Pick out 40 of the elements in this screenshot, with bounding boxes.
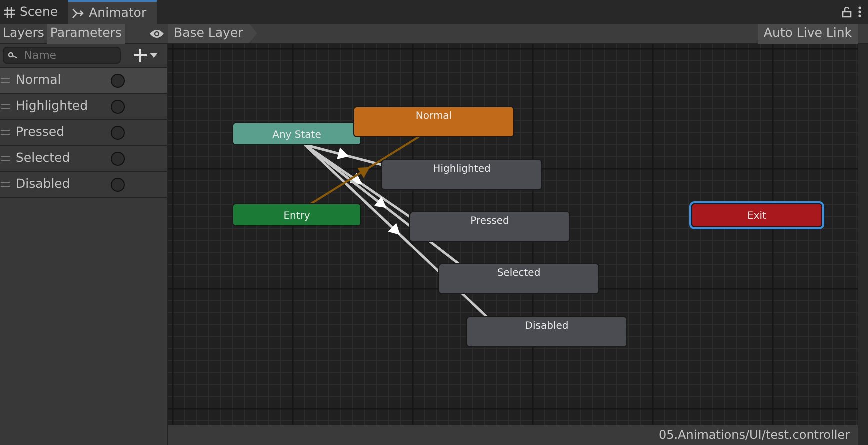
parameter-name: Normal <box>16 71 62 90</box>
lock-icon[interactable] <box>842 6 852 18</box>
parameter-name: Pressed <box>16 123 66 142</box>
file-path: 05.Animations/UI/test.controller <box>658 427 850 444</box>
bool-toggle[interactable] <box>111 126 125 140</box>
auto-live-link-button[interactable]: Auto Live Link <box>758 24 858 44</box>
grid-icon <box>4 6 15 18</box>
parameter-name: Disabled <box>16 175 72 194</box>
more-icon[interactable] <box>858 6 862 18</box>
drag-handle-icon[interactable] <box>1 182 10 187</box>
bool-toggle[interactable] <box>111 100 125 114</box>
drag-handle-icon[interactable] <box>1 130 10 135</box>
scrollbar-track[interactable] <box>858 44 868 445</box>
bool-toggle[interactable] <box>111 74 125 88</box>
state-node[interactable]: Normal <box>354 106 514 138</box>
state-node[interactable]: Exit <box>690 202 824 230</box>
parameter-name: Highlighted <box>16 97 90 116</box>
state-node[interactable]: Entry <box>232 204 362 226</box>
branch-icon <box>72 8 84 18</box>
state-node[interactable]: Highlighted <box>382 160 542 190</box>
breadcrumb[interactable]: Base Layer <box>168 24 258 44</box>
panel-tab[interactable]: Parameters <box>47 24 125 44</box>
eye-icon[interactable] <box>148 28 165 39</box>
add-icon[interactable] <box>134 49 147 62</box>
drag-handle-icon[interactable] <box>1 78 10 83</box>
dropdown-caret-icon[interactable] <box>150 53 158 58</box>
bool-toggle[interactable] <box>111 152 125 166</box>
editor-tab[interactable]: Scene <box>0 0 68 24</box>
state-node[interactable]: Disabled <box>466 316 628 348</box>
bool-toggle[interactable] <box>111 178 125 192</box>
search-icon <box>8 52 18 60</box>
state-node[interactable]: Pressed <box>410 212 570 242</box>
parameter-name: Selected <box>16 149 72 168</box>
state-node[interactable]: Selected <box>438 264 600 294</box>
search-field[interactable]: Name <box>3 47 122 64</box>
editor-tab[interactable]: Animator <box>68 0 157 24</box>
drag-handle-icon[interactable] <box>1 156 10 161</box>
panel-tab[interactable]: Layers <box>0 24 48 44</box>
drag-handle-icon[interactable] <box>1 104 10 109</box>
parameter-row[interactable]: Normal <box>0 68 167 94</box>
